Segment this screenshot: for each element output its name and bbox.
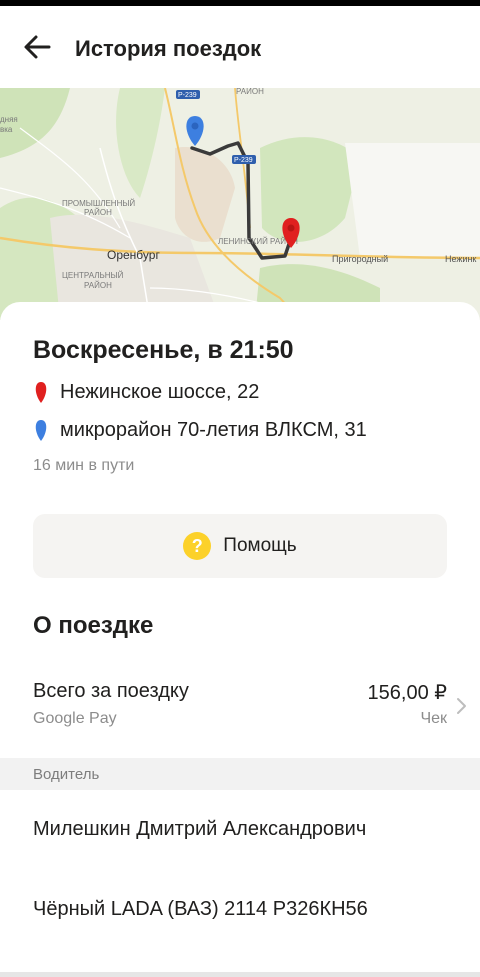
route-map[interactable]: Р-239 Р-239 РАЙОН дняя вка ПРОМЫШЛЕННЫЙ … [0,88,480,320]
trip-date: Воскресенье, в 21:50 [33,336,294,364]
payment-method: Google Pay [33,710,117,727]
app-header: История поездок [0,6,480,88]
question-icon: ? [183,532,212,560]
back-button[interactable] [22,34,52,60]
map-label: РАЙОН [84,208,112,217]
map-label: Нежинк [445,254,476,264]
receipt-link[interactable]: Чек [420,710,447,728]
map-label: Пригородный [332,254,388,264]
arrow-left-icon [24,35,51,59]
map-road-label: Р-239 [234,157,253,164]
map-label: РАЙОН [236,88,264,96]
chevron-right-icon [457,698,466,714]
map-label: ПРОМЫШЛЕННЫЙ [62,199,135,208]
car-info: Чёрный LADA (ВАЗ) 2114 Р326КН56 [33,898,368,920]
help-label: Помощь [223,535,297,556]
destination-address: Нежинское шоссе, 22 [33,377,259,407]
map-road-label: Р-239 [178,92,197,99]
trip-duration: 16 мин в пути [33,457,135,474]
about-trip-title: О поездке [33,612,154,639]
blue-pin-icon [35,420,47,441]
page-title: История поездок [75,36,262,61]
driver-name: Милешкин Дмитрий Александрович [33,818,367,840]
destination-text: Нежинское шоссе, 22 [60,380,260,403]
trip-details-card: Воскресенье, в 21:50 Нежинское шоссе, 22… [0,302,480,977]
map-city-label: Оренбург [107,248,160,262]
driver-section-header: Водитель [0,758,480,790]
map-label: ЦЕНТРАЛЬНЫЙ [62,271,124,280]
origin-text: микрорайон 70-летия ВЛКСМ, 31 [60,418,367,441]
map-label: дняя [0,115,18,124]
map-label: вка [0,125,13,134]
help-button[interactable]: ? Помощь [33,514,447,578]
total-price: 156,00 ₽ [367,682,447,704]
origin-address: микрорайон 70-летия ВЛКСМ, 31 [33,415,367,445]
bottom-divider [0,972,480,977]
total-label: Всего за поездку [33,680,189,702]
total-price-row[interactable]: Всего за поездку Google Pay 156,00 ₽ Чек [0,668,480,740]
map-label: РАЙОН [84,281,112,290]
driver-section-title: Водитель [33,766,100,783]
red-pin-icon [35,382,47,403]
